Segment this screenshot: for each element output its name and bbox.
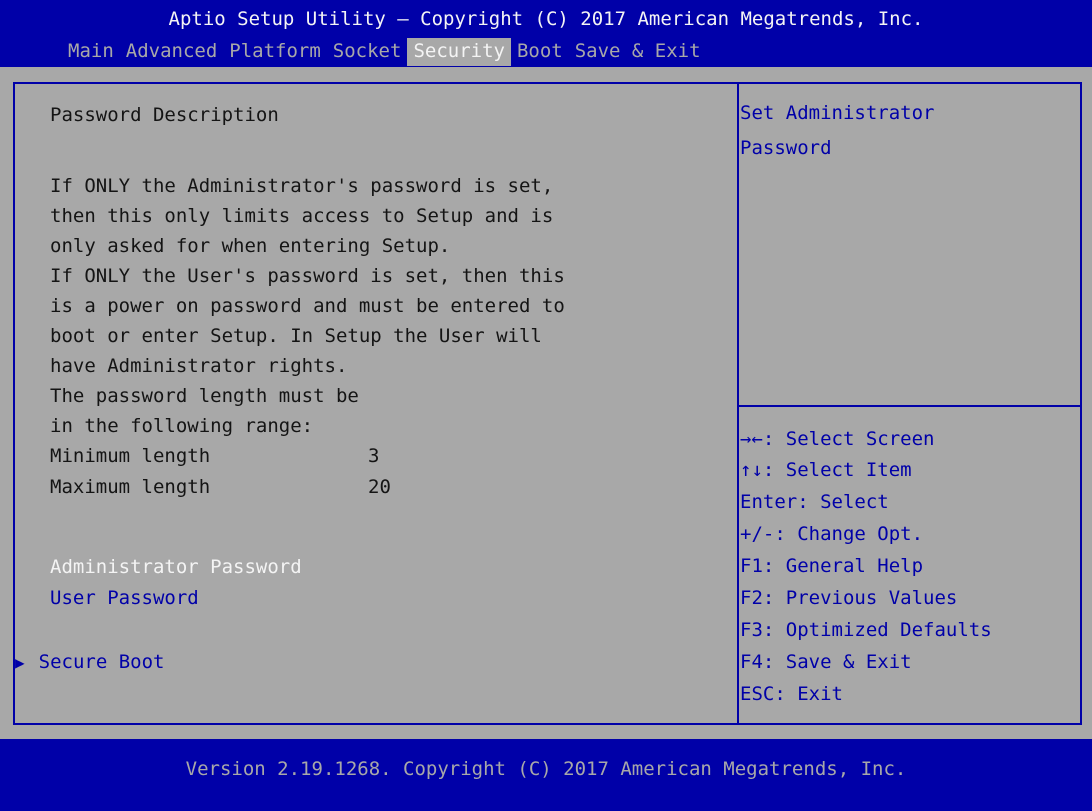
- tab-socket[interactable]: Socket: [327, 38, 408, 66]
- max-length-value: 20: [368, 476, 391, 498]
- description-line: in the following range:: [50, 415, 314, 437]
- description-line: If ONLY the Administrator's password is …: [50, 175, 554, 197]
- tab-bar: Main Advanced Platform Socket Security B…: [62, 38, 707, 66]
- description-line: only asked for when entering Setup.: [50, 235, 451, 257]
- password-description-heading: Password Description: [50, 104, 279, 126]
- tab-security[interactable]: Security: [407, 38, 511, 66]
- help-text-line: Set Administrator: [740, 102, 935, 124]
- version-footer: Version 2.19.1268. Copyright (C) 2017 Am…: [185, 758, 907, 780]
- bios-screen: Aptio Setup Utility – Copyright (C) 2017…: [0, 0, 1092, 811]
- tab-advanced[interactable]: Advanced: [120, 38, 224, 66]
- secure-boot-submenu[interactable]: ▶ Secure Boot: [15, 648, 164, 677]
- vertical-divider: [737, 84, 739, 723]
- tab-main[interactable]: Main: [62, 38, 120, 66]
- key-previous-values: F2: Previous Values: [740, 587, 958, 609]
- description-line: is a power on password and must be enter…: [50, 295, 565, 317]
- key-optimized-defaults: F3: Optimized Defaults: [740, 619, 992, 641]
- submenu-arrow-icon: ▶: [15, 653, 25, 672]
- key-save-exit: F4: Save & Exit: [740, 651, 912, 673]
- header-bar: Aptio Setup Utility – Copyright (C) 2017…: [0, 0, 1092, 67]
- footer-bar: Version 2.19.1268. Copyright (C) 2017 Am…: [0, 739, 1092, 811]
- description-line: then this only limits access to Setup an…: [50, 205, 554, 227]
- tab-save-exit[interactable]: Save & Exit: [569, 38, 707, 66]
- description-line: boot or enter Setup. In Setup the User w…: [50, 325, 542, 347]
- key-select-screen: →←: Select Screen: [740, 428, 935, 450]
- description-line: If ONLY the User's password is set, then…: [50, 265, 565, 287]
- description-line: The password length must be: [50, 385, 359, 407]
- key-change-opt: +/-: Change Opt.: [740, 523, 924, 545]
- key-select-item: ↑↓: Select Item: [740, 459, 912, 481]
- tab-platform[interactable]: Platform: [223, 38, 327, 66]
- app-title: Aptio Setup Utility – Copyright (C) 2017…: [168, 8, 924, 30]
- secure-boot-label: Secure Boot: [38, 651, 165, 673]
- min-length-label: Minimum length: [50, 445, 211, 467]
- min-length-value: 3: [368, 445, 380, 467]
- key-esc-exit: ESC: Exit: [740, 683, 843, 705]
- help-text-line: Password: [740, 137, 832, 159]
- key-general-help: F1: General Help: [740, 555, 924, 577]
- help-divider: [739, 405, 1082, 407]
- user-password-item[interactable]: User Password: [50, 584, 199, 612]
- key-enter-select: Enter: Select: [740, 491, 889, 513]
- description-line: have Administrator rights.: [50, 355, 348, 377]
- max-length-label: Maximum length: [50, 476, 211, 498]
- tab-boot[interactable]: Boot: [511, 38, 569, 66]
- administrator-password-item[interactable]: Administrator Password: [50, 553, 302, 581]
